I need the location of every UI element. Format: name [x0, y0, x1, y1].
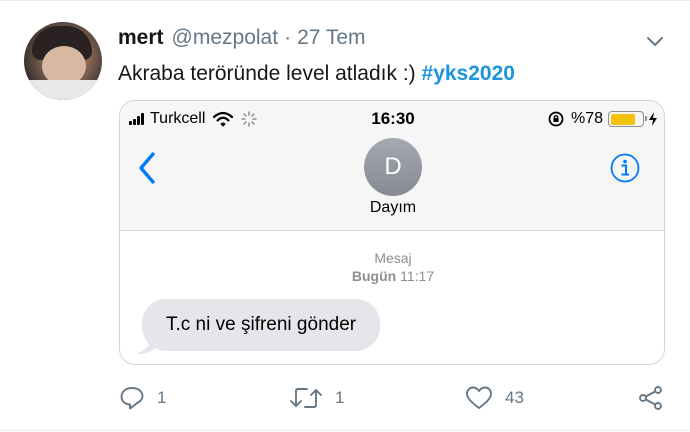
- message-service: Mesaj: [374, 250, 412, 266]
- day-label: Bugün: [351, 268, 397, 284]
- caret-down-icon[interactable]: [644, 30, 666, 52]
- battery-icon: [608, 111, 647, 127]
- contact-name[interactable]: Dayım: [120, 199, 664, 217]
- bottom-divider: [0, 430, 690, 431]
- battery-fill: [610, 113, 635, 125]
- like-button[interactable]: 43: [465, 382, 524, 414]
- media-card[interactable]: Turkcell 16:30 %78 D Dayım Mesaj Bugün 1…: [119, 100, 665, 365]
- message-time: 11:17: [400, 268, 435, 284]
- reply-button[interactable]: 1: [119, 382, 166, 414]
- info-icon[interactable]: [610, 153, 640, 183]
- separator-dot: ·: [284, 26, 292, 49]
- contact-initial: D: [384, 153, 402, 180]
- author-name[interactable]: mert: [118, 26, 164, 50]
- tweet-text: Akraba teröründe level atladık :) #yks20…: [118, 62, 515, 86]
- top-divider: [0, 0, 690, 1]
- reply-icon: [120, 387, 144, 410]
- status-bar-right: %78: [547, 109, 658, 129]
- tweet-header: mert @mezpolat · 27 Tem: [118, 26, 366, 52]
- charging-icon: [649, 112, 657, 126]
- retweet-button[interactable]: 1: [289, 382, 344, 414]
- tweet-body: Akraba teröründe level atladık :): [118, 62, 416, 85]
- retweet-count: 1: [335, 388, 345, 407]
- author-handle[interactable]: @mezpolat: [172, 26, 279, 50]
- rotation-lock-icon: [548, 111, 564, 127]
- like-icon: [466, 386, 492, 409]
- share-button[interactable]: [638, 382, 676, 414]
- tweet-actions: 1 1 43: [0, 382, 690, 414]
- back-chevron-icon[interactable]: [136, 151, 158, 185]
- avatar[interactable]: [24, 22, 102, 100]
- message-bubble[interactable]: T.c ni ve şifreni gönder: [142, 299, 381, 351]
- hashtag-link[interactable]: #yks2020: [422, 62, 515, 85]
- message-meta: Mesaj Bugün 11:17: [120, 249, 664, 285]
- message-text: T.c ni ve şifreni gönder: [166, 314, 357, 335]
- tweet-date[interactable]: 27 Tem: [297, 26, 366, 50]
- message-timestamp: Bugün 11:17: [120, 267, 664, 285]
- contact-avatar[interactable]: D: [364, 138, 422, 196]
- phone-header: Turkcell 16:30 %78 D Dayım: [120, 101, 664, 231]
- battery-percent: %78: [570, 110, 603, 127]
- reply-count: 1: [157, 388, 167, 407]
- like-count: 43: [505, 388, 524, 407]
- avatar-shirt: [24, 80, 102, 100]
- share-icon: [639, 386, 662, 410]
- retweet-icon: [290, 388, 322, 408]
